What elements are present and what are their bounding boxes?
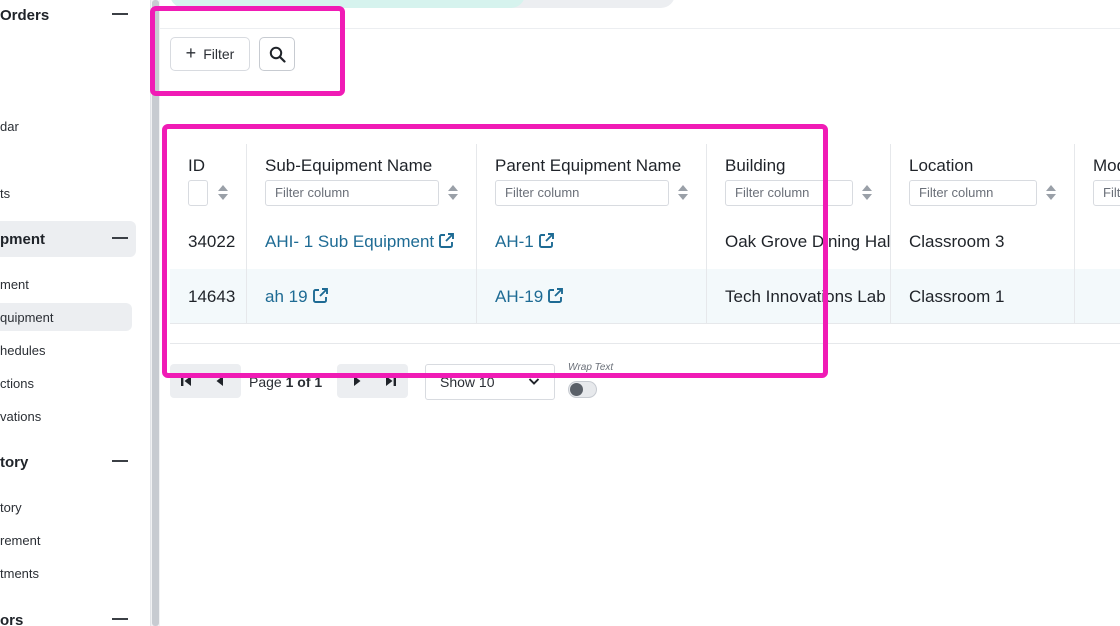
sidebar: Orders dar ts pment ment quipment hedule… bbox=[0, 0, 150, 626]
sub-equipment-link[interactable]: ah 19 bbox=[265, 287, 308, 306]
pagination-prev-group bbox=[170, 364, 241, 398]
external-link-icon[interactable] bbox=[538, 232, 555, 249]
filter-input-sub-equipment-name[interactable]: Filter column bbox=[265, 180, 439, 206]
cell-building: Oak Grove Dining Hall bbox=[707, 214, 891, 269]
page-size-select[interactable]: Show 10 bbox=[425, 364, 555, 400]
collapse-icon[interactable] bbox=[112, 618, 128, 620]
sub-equipment-link[interactable]: AHI- 1 Sub Equipment bbox=[265, 232, 434, 251]
cell-sub-equipment-name: AHI- 1 Sub Equipment bbox=[247, 214, 477, 269]
sidebar-section-equipment[interactable]: pment bbox=[0, 221, 136, 257]
sidebar-section-label: Orders bbox=[0, 6, 50, 24]
parent-equipment-link[interactable]: AH-19 bbox=[495, 287, 543, 306]
sidebar-section-label: pment bbox=[0, 230, 45, 248]
sort-icon[interactable] bbox=[862, 184, 872, 202]
sidebar-item-requests[interactable]: ts bbox=[0, 179, 132, 207]
collapse-icon[interactable] bbox=[112, 460, 128, 462]
sidebar-item-inventory[interactable]: tory bbox=[0, 493, 132, 521]
sidebar-scrollbar[interactable] bbox=[150, 0, 160, 626]
toggle-knob bbox=[570, 383, 583, 396]
previous-page-icon[interactable] bbox=[214, 373, 226, 389]
filter-input-model[interactable]: Filt bbox=[1093, 180, 1120, 206]
next-page-icon[interactable] bbox=[351, 373, 363, 389]
scrollbar-thumb[interactable] bbox=[152, 0, 159, 626]
filter-button-label: Filter bbox=[203, 46, 235, 62]
cell-model bbox=[1075, 269, 1120, 324]
cell-location: Classroom 1 bbox=[891, 269, 1075, 324]
filter-input-building[interactable]: Filter column bbox=[725, 180, 853, 206]
external-link-icon[interactable] bbox=[438, 232, 455, 249]
collapse-icon[interactable] bbox=[112, 13, 128, 15]
sidebar-section-orders[interactable]: Orders bbox=[0, 0, 136, 33]
cell-parent-equipment-name: AH-19 bbox=[477, 269, 707, 324]
sidebar-item-renovations[interactable]: vations bbox=[0, 402, 132, 430]
sidebar-item-inspections[interactable]: ctions bbox=[0, 369, 132, 397]
sidebar-item-schedules[interactable]: hedules bbox=[0, 336, 132, 364]
wrap-text-label: Wrap Text bbox=[568, 362, 614, 373]
filter-input-id[interactable] bbox=[188, 180, 208, 206]
sidebar-section-label: ors bbox=[0, 611, 24, 626]
sidebar-item-calendar[interactable]: dar bbox=[0, 112, 132, 140]
sub-equipment-table: ID Sub-Equipment Name Filter column Pare… bbox=[170, 144, 1120, 326]
last-page-icon[interactable] bbox=[383, 373, 397, 389]
cell-id: 34022 bbox=[170, 214, 247, 269]
column-header-sub-equipment-name[interactable]: Sub-Equipment Name Filter column bbox=[247, 144, 477, 214]
sort-icon[interactable] bbox=[448, 184, 458, 202]
page-size-value: Show 10 bbox=[440, 374, 495, 390]
table-header: ID Sub-Equipment Name Filter column Pare… bbox=[170, 144, 1120, 214]
column-header-location[interactable]: Location Filter column bbox=[891, 144, 1075, 214]
table-row[interactable]: 14643 ah 19 AH-19 Tech Innovations Lab C… bbox=[170, 269, 1120, 324]
table-row[interactable]: 34022 AHI- 1 Sub Equipment AH-1 Oak Grov… bbox=[170, 214, 1120, 269]
column-header-parent-equipment-name[interactable]: Parent Equipment Name Filter column bbox=[477, 144, 707, 214]
cell-location: Classroom 3 bbox=[891, 214, 1075, 269]
wrap-text-toggle[interactable] bbox=[568, 381, 597, 398]
cell-model bbox=[1075, 214, 1120, 269]
sidebar-item-equipment[interactable]: ment bbox=[0, 270, 132, 298]
sort-icon[interactable] bbox=[218, 184, 228, 202]
column-header-building[interactable]: Building Filter column bbox=[707, 144, 891, 214]
filter-input-parent-equipment-name[interactable]: Filter column bbox=[495, 180, 669, 206]
add-filter-button[interactable]: + Filter bbox=[170, 37, 250, 71]
sort-icon[interactable] bbox=[678, 184, 688, 202]
sidebar-item-sub-equipment[interactable]: quipment bbox=[0, 303, 132, 331]
filter-input-location[interactable]: Filter column bbox=[909, 180, 1037, 206]
column-header-model[interactable]: Mod Filt bbox=[1075, 144, 1120, 214]
pagination-next-group bbox=[337, 364, 408, 398]
sidebar-item-procurement[interactable]: rement bbox=[0, 526, 132, 554]
sort-icon[interactable] bbox=[1046, 184, 1056, 202]
search-button[interactable] bbox=[259, 37, 295, 71]
collapse-icon[interactable] bbox=[112, 237, 128, 239]
external-link-icon[interactable] bbox=[312, 287, 329, 304]
external-link-icon[interactable] bbox=[547, 287, 564, 304]
page-indicator: Page 1 of 1 bbox=[249, 374, 323, 390]
column-header-id[interactable]: ID bbox=[170, 144, 247, 214]
header-tab-active[interactable] bbox=[170, 0, 525, 8]
cell-building: Tech Innovations Lab bbox=[707, 269, 891, 324]
parent-equipment-link[interactable]: AH-1 bbox=[495, 232, 534, 251]
sidebar-item-adjustments[interactable]: tments bbox=[0, 559, 132, 587]
chevron-down-icon bbox=[528, 378, 540, 385]
divider bbox=[170, 343, 1120, 344]
cell-id: 14643 bbox=[170, 269, 247, 324]
cell-parent-equipment-name: AH-1 bbox=[477, 214, 707, 269]
cell-sub-equipment-name: ah 19 bbox=[247, 269, 477, 324]
divider bbox=[160, 28, 1120, 29]
first-page-icon[interactable] bbox=[180, 373, 194, 389]
sidebar-section-label: tory bbox=[0, 453, 29, 471]
sidebar-section-vendors[interactable]: ors bbox=[0, 602, 136, 626]
plus-icon: + bbox=[185, 43, 197, 63]
sidebar-section-inventory[interactable]: tory bbox=[0, 444, 136, 480]
search-icon bbox=[269, 46, 286, 63]
